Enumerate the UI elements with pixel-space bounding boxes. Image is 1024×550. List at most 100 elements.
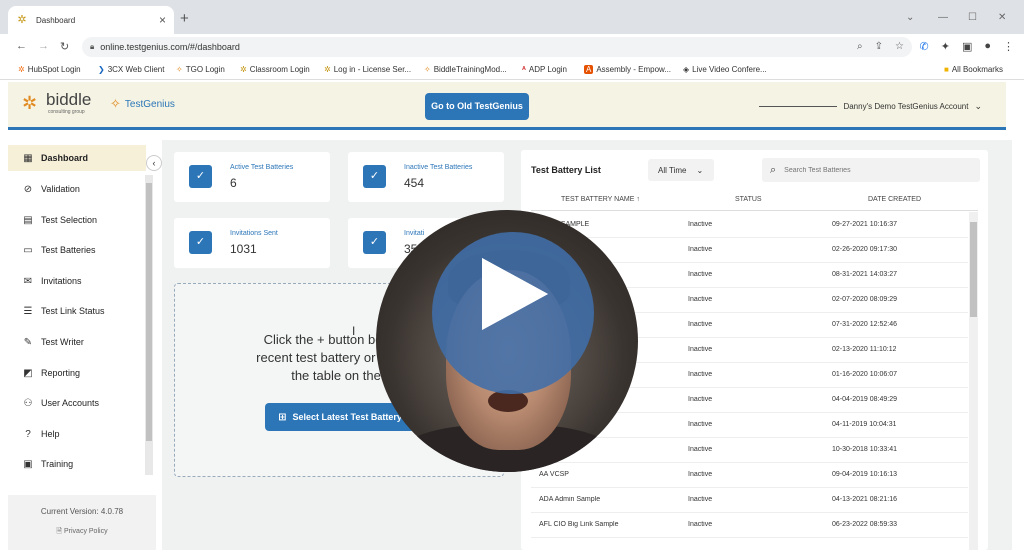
cell-status: Inactive <box>688 321 713 328</box>
bookmark-3cx[interactable]: ❯ 3CX Web Client <box>98 65 164 74</box>
new-tab-icon[interactable]: + <box>180 10 189 27</box>
grid-icon: ▦ <box>23 152 33 164</box>
table-header: TEST BATTERY NAME ↑ STATUS DATE CREATED <box>531 187 978 211</box>
profile-icon[interactable]: ● <box>984 40 991 53</box>
testgenius-icon: ✧ <box>424 65 431 74</box>
bookmark-training[interactable]: ✧ BiddleTrainingMod... <box>424 65 507 74</box>
cell-date: 04-04-2019 08:49:29 <box>832 396 897 403</box>
assembly-icon: A <box>584 65 594 74</box>
test-icon: ▤ <box>23 214 33 226</box>
account-selector[interactable]: Danny's Demo TestGenius Account ⌄ <box>759 101 982 112</box>
biddle-icon: ✲ <box>240 65 247 74</box>
forward-icon[interactable]: → <box>38 40 49 52</box>
chart-icon: ◩ <box>23 367 33 379</box>
cell-date: 01-16-2020 10:06:07 <box>832 371 897 378</box>
account-divider <box>759 106 838 107</box>
stat-inactive-batteries[interactable]: ✓ Inactive Test Batteries 454 <box>348 152 504 202</box>
cell-status: Inactive <box>688 271 713 278</box>
phone-icon[interactable]: ✆ <box>920 40 929 53</box>
user-icon: ⚇ <box>23 397 33 409</box>
zoom-icon[interactable]: ⌕ <box>857 41 863 52</box>
maximize-icon[interactable]: ☐ <box>968 12 977 23</box>
cell-status: Inactive <box>688 521 713 528</box>
bookmark-hubspot[interactable]: ✲ HubSpot Login <box>18 65 81 74</box>
bookmarks-bar: ✲ HubSpot Login ❯ 3CX Web Client ✧ TGO Logi… <box>0 60 1024 80</box>
biddle-logo[interactable]: ✲ biddle consulting group <box>22 91 91 115</box>
go-to-old-testgenius-button[interactable]: Go to Old TestGenius <box>425 93 529 120</box>
cell-date: 07-31-2020 12:52:46 <box>832 321 897 328</box>
bookmark-star-icon[interactable]: ☆ <box>895 41 904 52</box>
search-box[interactable]: ⌕ <box>762 158 980 182</box>
back-icon[interactable]: ← <box>16 40 27 52</box>
sidebar-item-user-accounts[interactable]: ⚇ User Accounts <box>20 390 152 416</box>
cell-status: Inactive <box>688 396 713 403</box>
sidebar-item-training[interactable]: ▣ Training <box>20 451 152 477</box>
biddle-favicon-icon: ✲ <box>17 14 27 26</box>
sidebar-item-test-selection[interactable]: ▤ Test Selection <box>20 207 152 233</box>
column-status-header[interactable]: STATUS <box>735 196 762 203</box>
all-bookmarks[interactable]: ■ All Bookmarks <box>944 65 1003 74</box>
check-icon: ✓ <box>189 231 212 254</box>
cell-date: 02-26-2020 09:17:30 <box>832 246 897 253</box>
share-icon[interactable]: ⇪ <box>875 41 883 52</box>
table-row[interactable]: Admin SAMPLEInactive09-27-2021 10:16:37 <box>531 213 968 238</box>
tab-search-icon[interactable]: ⌄ <box>906 12 914 23</box>
url-bar[interactable]: 🔒︎ online.testgenius.com/#/dashboard ⌕ ⇪… <box>82 37 912 57</box>
table-row[interactable]: AFL CIO Big Link Sample Inactive 06-23-202… <box>531 513 968 538</box>
sidebar-item-validation[interactable]: ⊘ Validation <box>20 176 152 202</box>
bookmark-license[interactable]: ✲ Log in - License Ser... <box>324 65 411 74</box>
extensions-icon[interactable]: ✦ <box>941 40 950 53</box>
bookmark-adp[interactable]: ᴬ ADP Login <box>522 65 567 74</box>
cell-status: Inactive <box>688 496 713 503</box>
sidebar-item-reporting[interactable]: ◩ Reporting <box>20 360 152 386</box>
menu-icon[interactable]: ⋮ <box>1003 40 1014 53</box>
testgenius-logo[interactable]: ✧ TestGenius <box>110 96 175 112</box>
close-tab-icon[interactable]: × <box>159 13 166 27</box>
table-scroll-thumb[interactable] <box>970 222 977 317</box>
cell-date: 02-07-2020 08:09:29 <box>832 296 897 303</box>
sidepanel-icon[interactable]: ▣ <box>962 40 972 53</box>
time-filter-select[interactable]: All Time ⌄ <box>648 159 714 181</box>
sidebar-item-test-link-status[interactable]: ☰ Test Link Status <box>20 298 152 324</box>
check-circle-icon: ⊘ <box>23 183 33 195</box>
cell-status: Inactive <box>688 296 713 303</box>
cell-date: 10-30-2018 10:33:41 <box>832 446 897 453</box>
bookmark-tgo[interactable]: ✧ TGO Login <box>176 65 225 74</box>
search-input[interactable] <box>784 166 955 174</box>
cell-date: 02-13-2020 11:10:12 <box>832 346 897 353</box>
select-latest-test-battery-button[interactable]: ⊞ Select Latest Test Battery <box>265 403 415 431</box>
column-date-header[interactable]: DATE CREATED <box>868 196 921 203</box>
panel-title: Test Battery List <box>531 165 601 175</box>
privacy-policy-link[interactable]: 🗎︎ Privacy Policy <box>8 527 156 538</box>
stat-invitations-sent[interactable]: ✓ Invitations Sent 1031 <box>174 218 330 268</box>
minimize-icon[interactable]: — <box>938 12 948 23</box>
sidebar-scroll-thumb[interactable] <box>146 183 152 441</box>
browser-tab[interactable]: ✲ Dashboard × <box>8 6 174 34</box>
bookmark-classroom[interactable]: ✲ Classroom Login <box>240 65 310 74</box>
hubspot-icon: ✲ <box>18 65 25 74</box>
sidebar-item-invitations[interactable]: ✉ Invitations <box>20 268 152 294</box>
cell-status: Inactive <box>688 246 713 253</box>
sidebar-item-help[interactable]: ? Help <box>20 421 152 447</box>
bookmark-video[interactable]: ◈ Live Video Confere... <box>683 65 767 74</box>
url-text: online.testgenius.com/#/dashboard <box>100 42 240 52</box>
column-name-header[interactable]: TEST BATTERY NAME ↑ <box>561 196 640 203</box>
table-scrollbar[interactable] <box>969 212 978 550</box>
play-button[interactable] <box>432 232 594 394</box>
reload-icon[interactable]: ↻ <box>60 40 69 53</box>
sidebar-item-test-batteries[interactable]: ▭ Test Batteries <box>20 237 152 263</box>
cell-status: Inactive <box>688 446 713 453</box>
help-icon: ? <box>25 428 31 440</box>
stat-active-batteries[interactable]: ✓ Active Test Batteries 6 <box>174 152 330 202</box>
sidebar-item-test-writer[interactable]: ✎ Test Writer <box>20 329 152 355</box>
sidebar-item-dashboard[interactable]: ▦ Dashboard <box>8 145 146 171</box>
close-window-icon[interactable]: ✕ <box>998 12 1006 23</box>
collapse-sidebar-icon[interactable]: ‹ <box>146 155 162 171</box>
testgenius-mark-icon: ✧ <box>110 96 121 111</box>
bookmark-assembly[interactable]: A Assembly - Empow... <box>584 65 671 74</box>
sidebar-scrollbar[interactable] <box>145 175 153 475</box>
account-name: Danny's Demo TestGenius Account <box>843 102 969 111</box>
table-row[interactable]: ADA Admin Sample Inactive 04-13-2021 08:21… <box>531 488 968 513</box>
mail-icon: ✉ <box>23 275 33 287</box>
cell-date: 08-31-2021 14:03:27 <box>832 271 897 278</box>
